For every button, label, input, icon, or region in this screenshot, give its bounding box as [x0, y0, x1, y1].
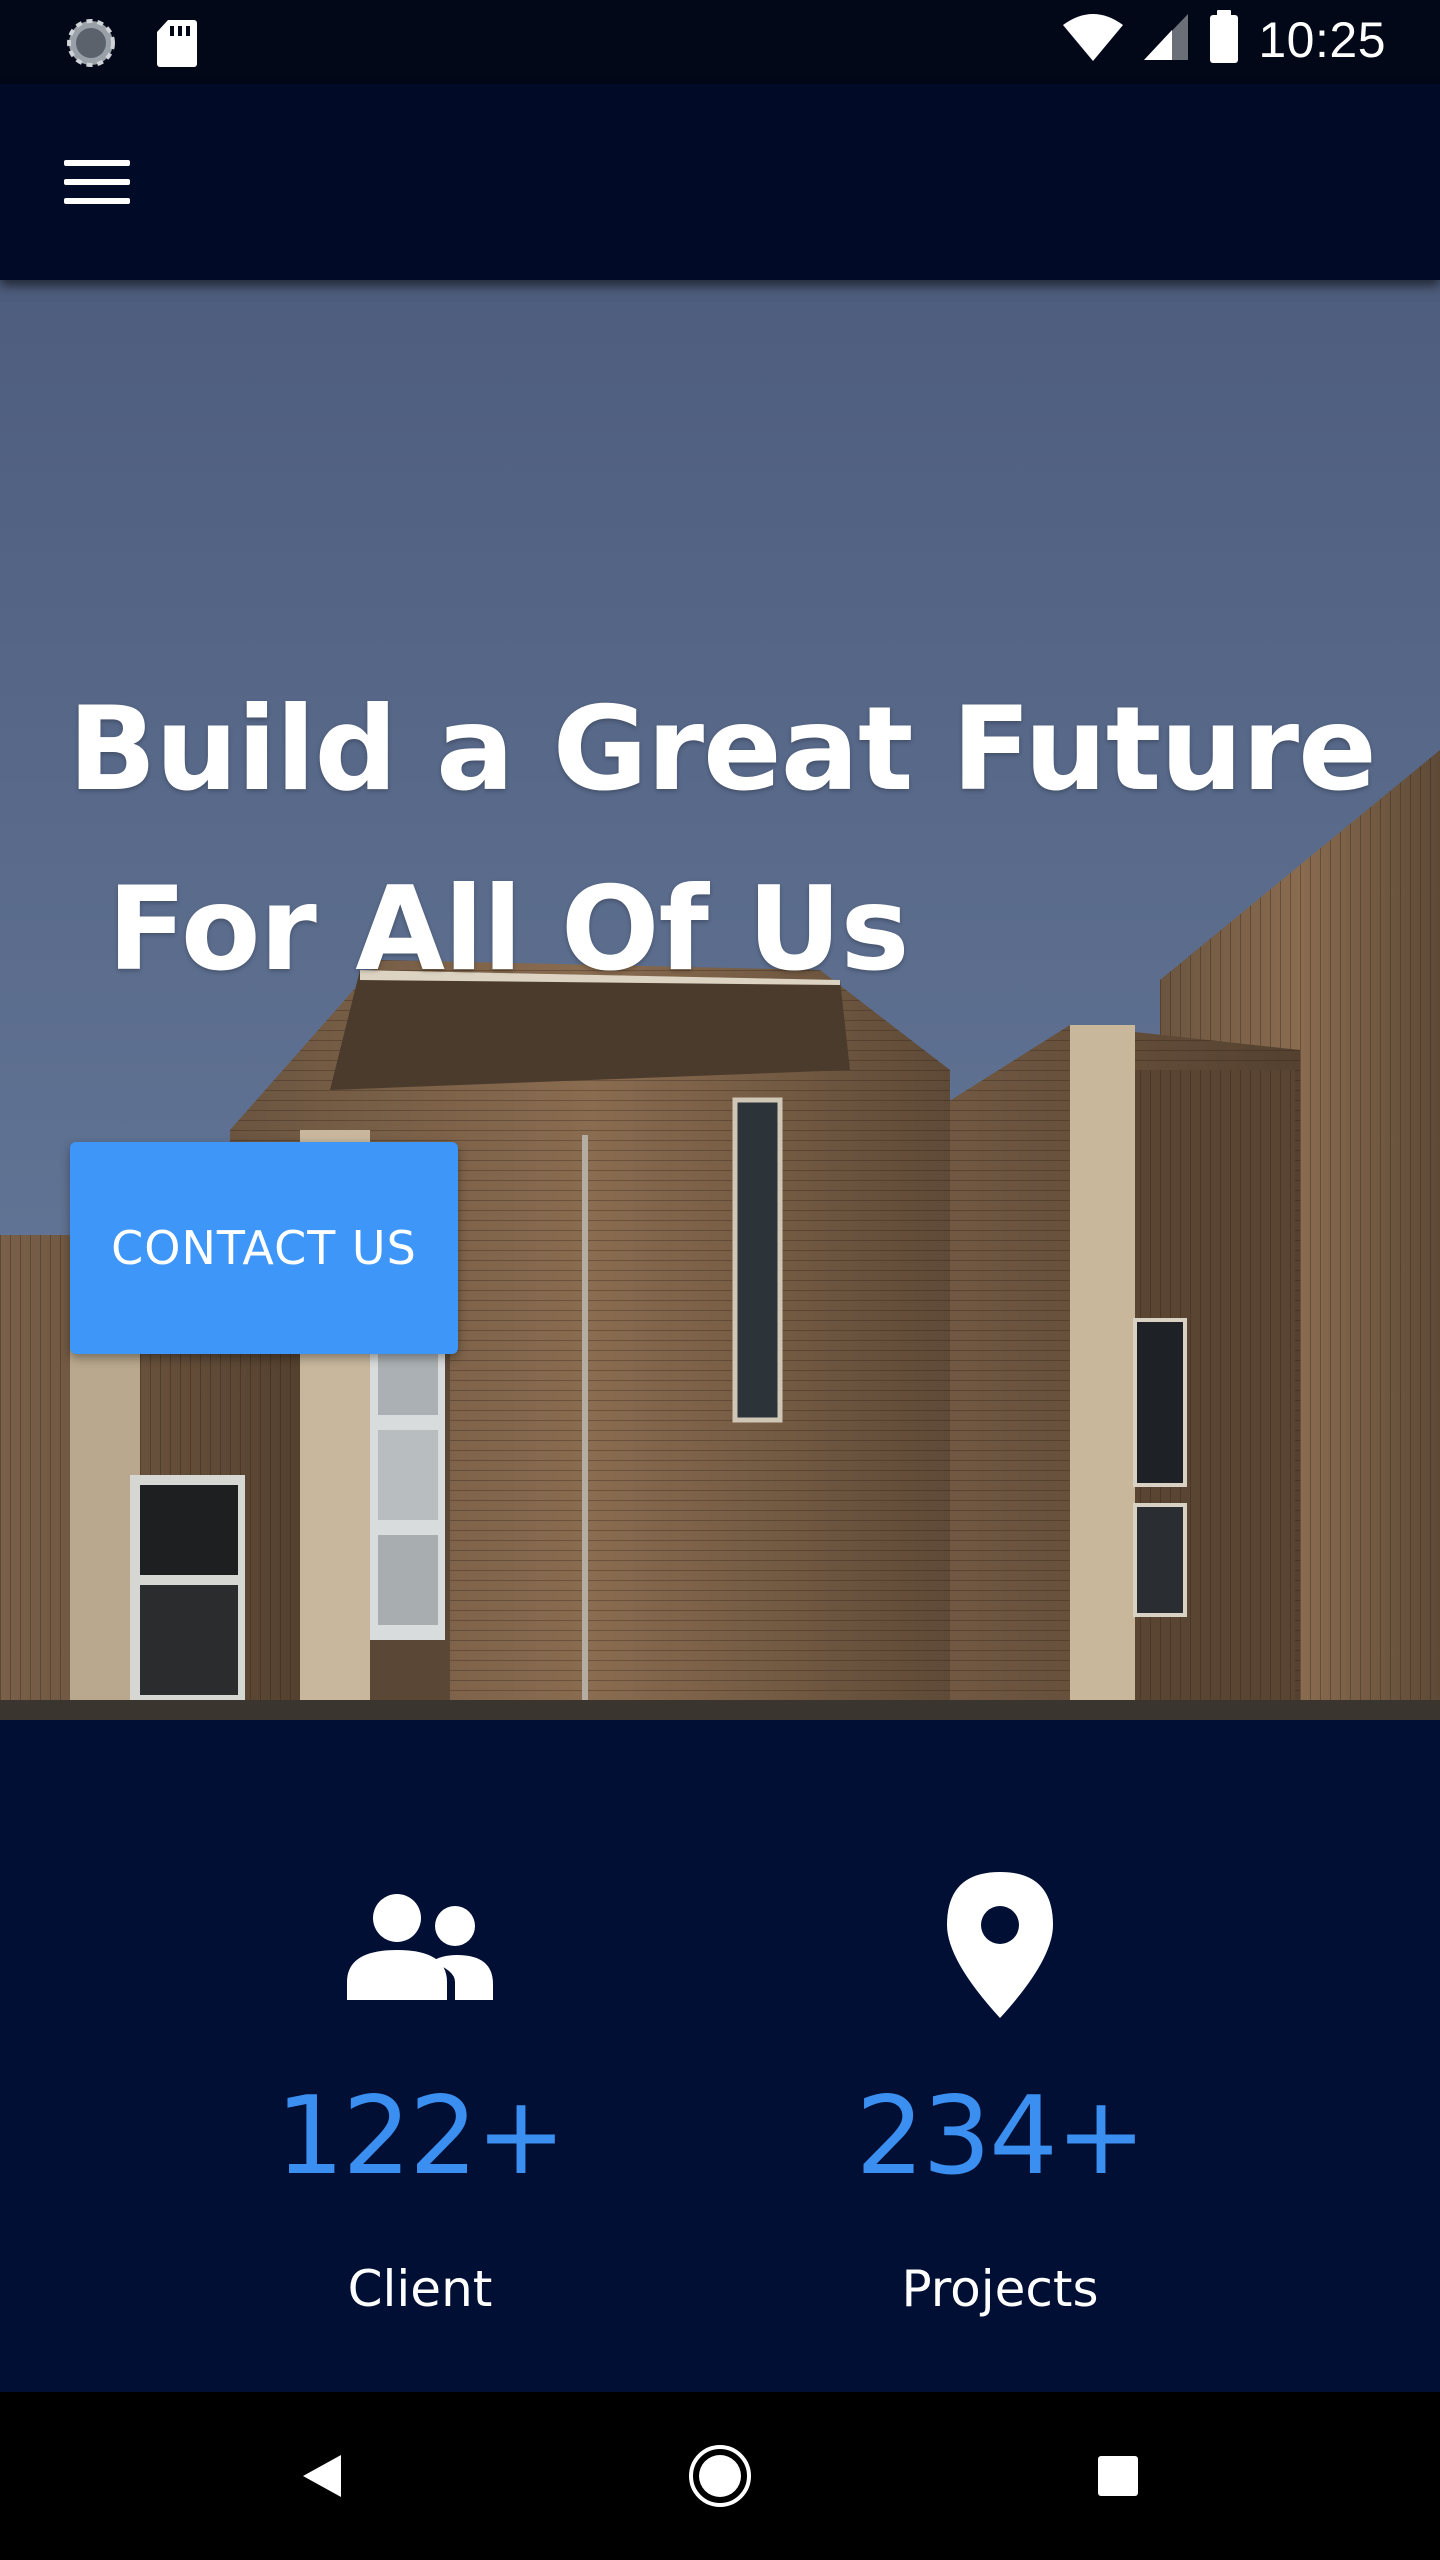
hero-title-line-2: For All Of Us [68, 862, 909, 997]
stats-section: 122+ Client 234+ Projects [0, 1720, 1440, 2392]
top-app-bar [0, 84, 1440, 280]
stat-label: Projects [901, 2260, 1099, 2318]
status-bar: 10:25 [0, 0, 1440, 84]
hamburger-menu-icon[interactable] [62, 154, 132, 210]
system-navigation-bar [0, 2392, 1440, 2560]
wifi-icon [1062, 11, 1124, 68]
recents-icon[interactable] [1038, 2392, 1198, 2560]
cell-signal-icon [1142, 12, 1190, 67]
people-icon [345, 1892, 495, 2007]
stat-label: Client [347, 2260, 493, 2318]
battery-icon [1208, 10, 1240, 69]
status-time: 10:25 [1258, 11, 1386, 68]
hero-title: Build a Great Future For All Of Us [68, 660, 1377, 1020]
stat-value: 122+ [275, 2074, 567, 2199]
contact-us-button[interactable]: CONTACT US [70, 1142, 458, 1354]
hero-section: Build a Great Future For All Of Us CONTA… [0, 280, 1440, 1720]
back-icon[interactable] [242, 2392, 402, 2560]
sd-card-icon [156, 18, 198, 73]
location-pin-icon [945, 1870, 1055, 2025]
hero-title-line-1: Build a Great Future [68, 682, 1377, 817]
loading-icon [64, 16, 118, 75]
home-icon[interactable] [640, 2392, 800, 2560]
stat-value: 234+ [855, 2074, 1147, 2199]
